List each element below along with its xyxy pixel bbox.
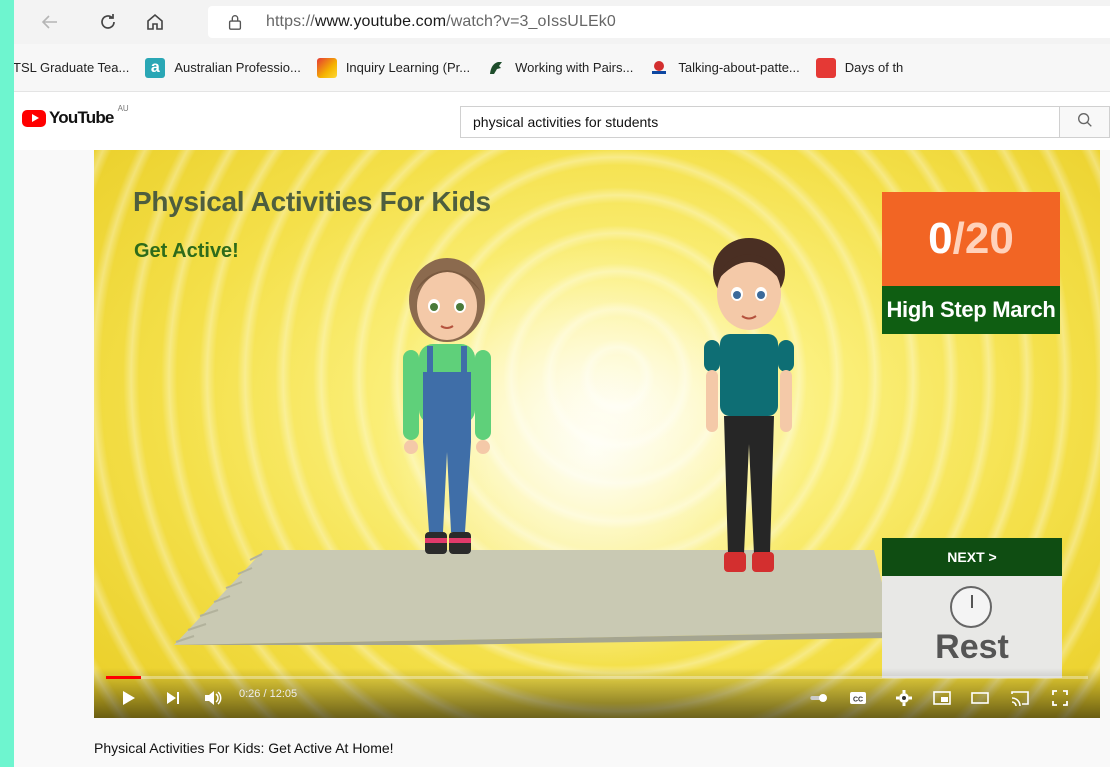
clock-icon	[950, 586, 992, 628]
autoplay-toggle-icon	[810, 694, 827, 702]
play-icon	[123, 691, 135, 705]
next-exercise-card: NEXT > Rest	[882, 538, 1062, 678]
back-arrow-icon[interactable]	[36, 8, 64, 36]
volume-icon	[205, 691, 222, 705]
address-bar[interactable]: https://www.youtube.com/watch?v=3_oIssUL…	[208, 6, 1110, 38]
spartan-logo-icon	[486, 58, 506, 78]
play-button[interactable]	[116, 686, 140, 710]
search-input[interactable]: physical activities for students	[460, 106, 1059, 138]
progress-bar[interactable]	[106, 676, 1088, 679]
home-icon[interactable]	[141, 8, 169, 36]
count-current: 0	[928, 214, 953, 263]
bookmark-tsl[interactable]: TSL Graduate Tea...	[14, 60, 129, 75]
next-video-button[interactable]	[160, 686, 184, 710]
lock-icon[interactable]	[226, 11, 248, 33]
bookmark-label: Talking-about-patte...	[678, 60, 800, 75]
bookmark-australian-professional[interactable]: a Australian Professio...	[145, 57, 301, 78]
bookmarks-bar: TSL Graduate Tea... a Australian Profess…	[14, 44, 1110, 92]
calendar-logo-icon	[815, 57, 836, 78]
repetition-counter: 0/20 High Step March	[882, 192, 1060, 334]
video-overlay-subtitle: Get Active!	[134, 240, 239, 262]
youtube-wordmark: YouTube	[49, 108, 114, 127]
cast-icon	[1011, 691, 1029, 707]
search-value: physical activities for students	[473, 114, 659, 130]
player-controls: 0:26 / 12:05 CC	[94, 668, 1100, 718]
exercise-name: High Step March	[882, 286, 1060, 334]
reload-icon[interactable]	[94, 8, 122, 36]
next-label: NEXT >	[882, 538, 1062, 576]
bookmark-days-of-the-year[interactable]: Days of th	[815, 57, 904, 78]
search-icon	[1076, 111, 1094, 134]
video-title: Physical Activities For Kids: Get Active…	[94, 740, 394, 756]
bookmark-working-with-pairs[interactable]: Working with Pairs...	[486, 58, 633, 78]
youtube-header: YouTube AU physical activities for stude…	[14, 92, 1110, 150]
youtube-play-icon	[22, 109, 46, 127]
count-total: /20	[952, 214, 1014, 263]
captions-icon: CC	[850, 692, 866, 704]
next-exercise-name: Rest	[935, 628, 1009, 666]
cast-button[interactable]	[1008, 686, 1032, 710]
settings-button[interactable]	[892, 686, 916, 710]
region-label: AU	[117, 104, 129, 113]
bookmark-label: Australian Professio...	[174, 60, 301, 75]
theater-mode-button[interactable]	[968, 686, 992, 710]
bookmark-label: TSL Graduate Tea...	[14, 60, 130, 75]
miniplayer-button[interactable]	[930, 686, 954, 710]
bookmark-label: Days of th	[844, 60, 904, 75]
url-text: https://www.youtube.com/watch?v=3_oIssUL…	[266, 13, 616, 30]
miniplayer-icon	[933, 691, 951, 705]
skip-next-icon	[167, 692, 179, 704]
video-player[interactable]: Physical Activities For Kids Get Active!	[94, 150, 1100, 718]
fullscreen-button[interactable]	[1048, 686, 1072, 710]
a-logo-icon: a	[145, 57, 166, 78]
progress-fill	[106, 676, 142, 679]
nsw-logo-icon	[649, 58, 669, 78]
captions-button[interactable]: CC	[846, 686, 870, 710]
video-overlay-title: Physical Activities For Kids	[133, 186, 491, 217]
bookmark-talking-about-patterns[interactable]: Talking-about-patte...	[649, 58, 800, 78]
search-button[interactable]	[1059, 106, 1110, 138]
gear-icon	[896, 690, 912, 706]
volume-button[interactable]	[200, 686, 224, 710]
youtube-logo[interactable]: YouTube AU	[22, 104, 129, 128]
inquiry-logo-icon	[316, 57, 337, 78]
boy-character	[704, 238, 794, 572]
browser-window: https://www.youtube.com/watch?v=3_oIssUL…	[14, 0, 1110, 767]
browser-toolbar: https://www.youtube.com/watch?v=3_oIssUL…	[14, 0, 1110, 44]
autoplay-toggle[interactable]	[804, 686, 834, 710]
fullscreen-icon	[1052, 690, 1068, 706]
svg-text:CC: CC	[853, 697, 863, 704]
time-display: 0:26 / 12:05	[239, 688, 298, 700]
bookmark-inquiry-learning[interactable]: Inquiry Learning (Pr...	[316, 57, 471, 78]
girl-character	[403, 258, 491, 554]
theater-icon	[971, 692, 989, 704]
bookmark-label: Inquiry Learning (Pr...	[345, 60, 471, 75]
bookmark-label: Working with Pairs...	[515, 60, 634, 75]
